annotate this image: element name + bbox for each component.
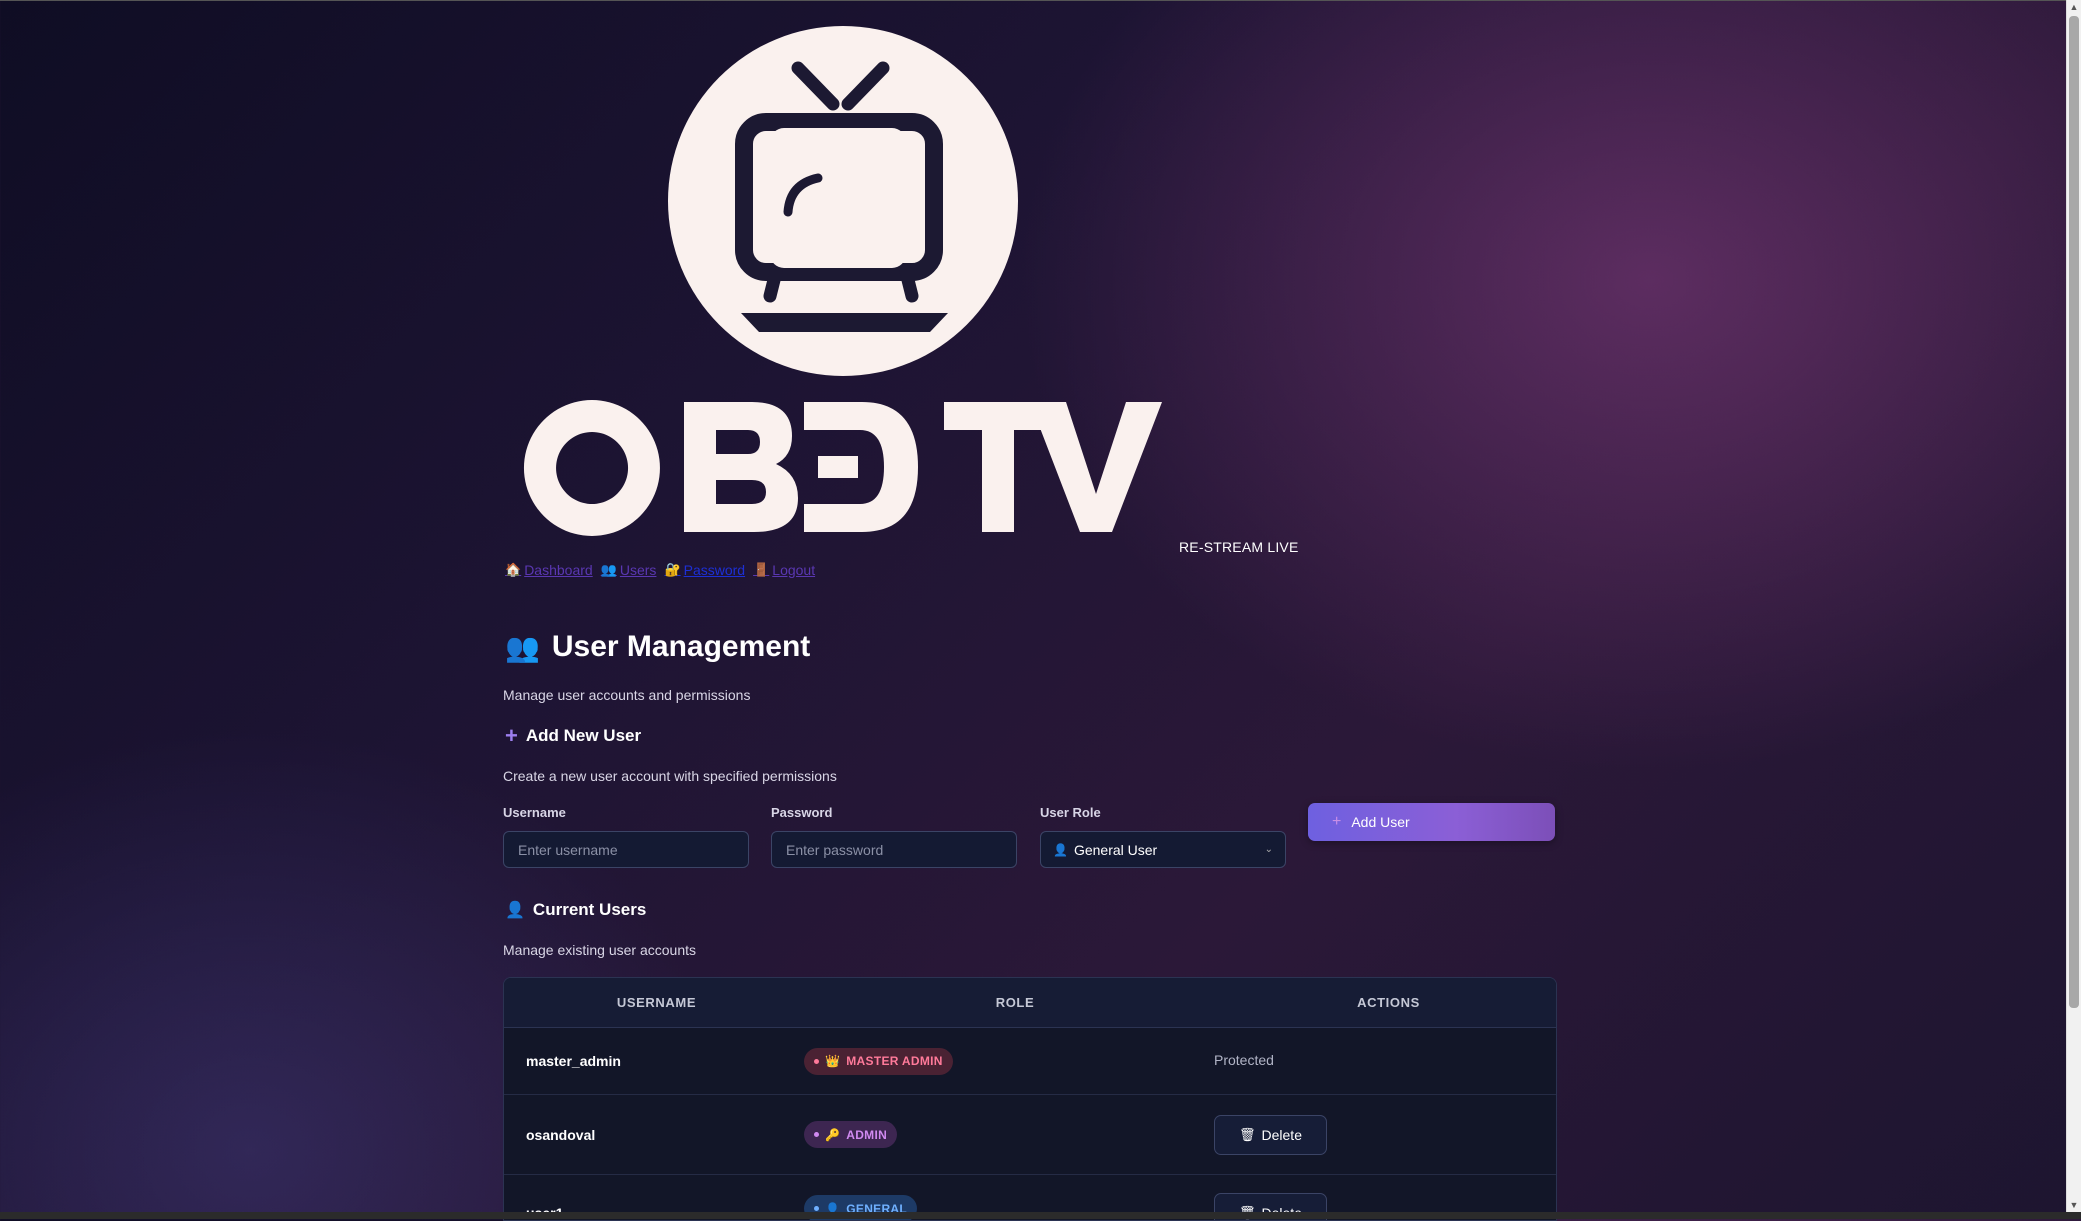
role-badge-admin: 🔑 ADMIN — [804, 1121, 898, 1148]
scroll-up-arrow-icon[interactable]: ▲ — [2067, 0, 2081, 14]
page-scrollbar[interactable]: ▲ ▼ — [2066, 0, 2081, 1212]
key-icon: 🔑 — [825, 1127, 841, 1142]
obd-tv-wordmark — [523, 400, 1162, 536]
role-badge-label: MASTER ADMIN — [846, 1054, 943, 1068]
nav-logout-link[interactable]: 🚪 Logout — [753, 562, 815, 578]
nav-password-label: Password — [683, 562, 746, 578]
nav-users-link[interactable]: 👥 Users — [601, 562, 657, 578]
actions-cell: Protected — [1214, 1052, 1556, 1070]
role-badge-label: ADMIN — [846, 1127, 888, 1142]
column-header-username: USERNAME — [616, 995, 697, 1010]
delete-button[interactable]: 🗑 Delete — [1214, 1114, 1327, 1155]
table-row: osandoval 🔑 ADMIN 🗑 Delete — [504, 1095, 1556, 1175]
add-user-header: + Add New User — [505, 725, 641, 747]
role-label: User Role — [1040, 805, 1101, 820]
scroll-down-arrow-icon[interactable]: ▼ — [2067, 1198, 2081, 1212]
current-users-title: Current Users — [532, 900, 647, 919]
users-table: USERNAME ROLE ACTIONS master_admin 👑 MAS… — [503, 977, 1557, 1221]
delete-button-label: Delete — [1261, 1126, 1302, 1143]
role-badge-master-admin: 👑 MASTER ADMIN — [804, 1047, 953, 1075]
page-header: 👥 User Management — [505, 630, 810, 664]
column-header-actions: ACTIONS — [1357, 995, 1420, 1010]
plus-icon: + — [1332, 813, 1342, 830]
actions-cell: 🗑 Delete — [1214, 1114, 1556, 1155]
table-row: master_admin 👑 MASTER ADMIN Protected — [504, 1028, 1556, 1095]
trash-icon: 🗑 — [1239, 1126, 1256, 1142]
page-title: User Management — [551, 630, 811, 663]
nav-dashboard-link[interactable]: 🏠 Dashboard — [505, 562, 593, 578]
add-user-button-label: Add User — [1351, 814, 1410, 830]
column-header-role: ROLE — [995, 995, 1035, 1010]
chevron-down-icon: ⌄ — [1264, 844, 1273, 855]
plus-icon: + — [505, 723, 518, 748]
nav-password-link[interactable]: 🔐 Password — [664, 562, 745, 578]
role-cell: 🔑 ADMIN — [804, 1121, 1214, 1148]
tagline: RE-STREAM LIVE — [1179, 539, 1299, 555]
window-bottom-bar — [0, 1212, 2081, 1219]
nav-users-label: Users — [619, 562, 657, 578]
person-icon: 👤 — [505, 902, 525, 919]
role-cell: 👑 MASTER ADMIN — [804, 1047, 1214, 1075]
window-top-border — [0, 0, 2081, 1]
status-dot — [814, 1206, 819, 1211]
users-icon: 👥 — [600, 562, 617, 577]
table-header: USERNAME ROLE ACTIONS — [504, 978, 1556, 1028]
lock-icon: 🔐 — [664, 562, 681, 577]
status-dot — [814, 1058, 819, 1064]
crown-icon: 👑 — [825, 1054, 841, 1068]
add-user-description: Create a new user account with specified… — [503, 768, 837, 784]
home-icon: 🏠 — [505, 562, 522, 577]
password-input[interactable] — [771, 831, 1017, 868]
top-nav: 🏠 Dashboard 👥 Users 🔐 Password 🚪 Logout — [505, 562, 815, 578]
username-cell: master_admin — [526, 1053, 621, 1069]
username-label: Username — [503, 805, 566, 820]
users-icon: 👥 — [505, 631, 540, 663]
role-select-value: General User — [1073, 841, 1158, 858]
username-cell: osandoval — [526, 1126, 596, 1143]
status-dot — [814, 1132, 819, 1137]
add-user-button[interactable]: + Add User — [1308, 803, 1555, 841]
password-label: Password — [771, 805, 833, 820]
door-icon: 🚪 — [753, 562, 770, 577]
role-select[interactable]: 👤 General User ⌄ — [1040, 831, 1286, 868]
tv-logo-icon — [735, 61, 948, 332]
protected-label: Protected — [1214, 1052, 1274, 1068]
person-icon: 👤 — [1053, 842, 1068, 857]
current-users-header: 👤 Current Users — [505, 900, 646, 920]
add-user-title: Add New User — [525, 726, 642, 745]
username-input[interactable] — [503, 831, 749, 868]
page-subtitle: Manage user accounts and permissions — [503, 687, 751, 703]
nav-dashboard-label: Dashboard — [524, 562, 593, 578]
current-users-description: Manage existing user accounts — [503, 942, 696, 958]
nav-logout-label: Logout — [772, 562, 816, 578]
scrollbar-thumb[interactable] — [2069, 16, 2079, 1008]
